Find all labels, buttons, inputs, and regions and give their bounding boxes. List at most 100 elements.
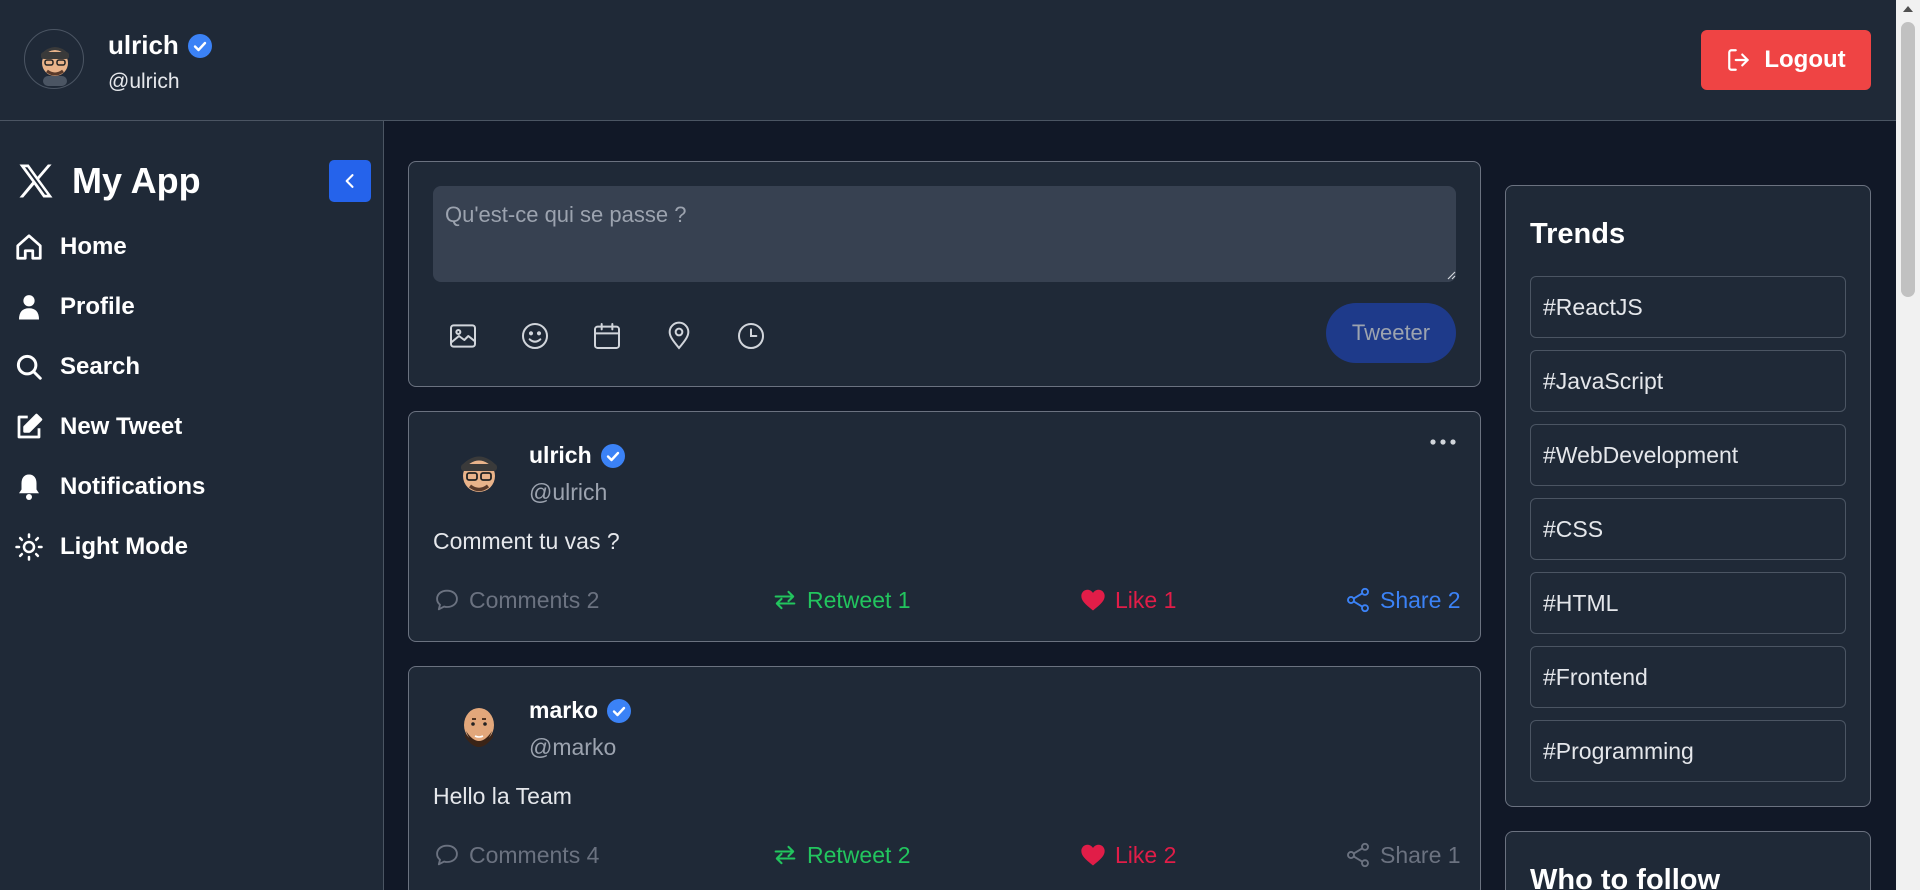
tweet-input[interactable] bbox=[433, 186, 1456, 282]
trend-item[interactable]: #Programming bbox=[1530, 720, 1846, 782]
trend-item[interactable]: #HTML bbox=[1530, 572, 1846, 634]
schedule-button[interactable] bbox=[589, 318, 625, 354]
who-to-follow-panel: Who to follow bbox=[1505, 831, 1871, 890]
sidebar-item-label: Search bbox=[60, 353, 141, 380]
author-name: ulrich bbox=[529, 442, 592, 468]
verified-badge-icon bbox=[187, 33, 212, 58]
sidebar-item-light-mode[interactable]: Light Mode bbox=[14, 527, 188, 567]
add-emoji-button[interactable] bbox=[517, 318, 553, 354]
user-handle: @ulrich bbox=[108, 70, 180, 93]
scroll-up-arrow-icon[interactable] bbox=[1903, 6, 1913, 12]
sidebar-item-label: New Tweet bbox=[60, 413, 183, 440]
like-label: Like 2 bbox=[1115, 841, 1177, 868]
comment-icon bbox=[436, 589, 458, 611]
who-to-follow-title: Who to follow bbox=[1530, 864, 1721, 890]
user-icon bbox=[19, 295, 39, 320]
sidebar-item-home[interactable]: Home bbox=[14, 227, 127, 267]
tweet-button[interactable]: Tweeter bbox=[1326, 303, 1456, 363]
retweet-label: Retweet 2 bbox=[807, 841, 911, 868]
logout-button[interactable]: Logout bbox=[1701, 30, 1871, 90]
retweet-icon bbox=[774, 590, 796, 610]
edit-icon bbox=[17, 413, 43, 439]
share-button[interactable]: Share 2 bbox=[1344, 586, 1461, 614]
retweet-icon bbox=[774, 845, 796, 865]
retweet-button[interactable]: Retweet 2 bbox=[771, 841, 911, 869]
trends-title: Trends bbox=[1530, 218, 1626, 250]
comments-button[interactable]: Comments 4 bbox=[433, 841, 599, 869]
sidebar-item-label: Light Mode bbox=[60, 533, 188, 560]
comments-label: Comments 2 bbox=[469, 586, 600, 613]
heart-icon bbox=[1081, 589, 1105, 611]
user-name: ulrich bbox=[108, 30, 179, 60]
share-icon bbox=[1347, 842, 1369, 868]
retweet-button[interactable]: Retweet 1 bbox=[771, 586, 911, 614]
share-label: Share 1 bbox=[1380, 841, 1461, 868]
sidebar-item-label: Profile bbox=[60, 293, 135, 320]
tweet-author-handle: @marko bbox=[529, 734, 617, 760]
sidebar-item-search[interactable]: Search bbox=[14, 347, 140, 387]
clock-icon bbox=[738, 323, 764, 349]
sidebar-item-notifications[interactable]: Notifications bbox=[14, 467, 205, 507]
chevron-left-icon bbox=[345, 174, 354, 188]
share-label: Share 2 bbox=[1380, 586, 1461, 613]
x-logo-icon bbox=[19, 164, 53, 198]
sidebar-item-label: Notifications bbox=[60, 473, 206, 500]
more-options-icon[interactable] bbox=[1427, 434, 1459, 450]
comment-icon bbox=[436, 844, 458, 866]
trend-item[interactable]: #ReactJS bbox=[1530, 276, 1846, 338]
collapse-sidebar-button[interactable] bbox=[329, 160, 371, 202]
logout-icon bbox=[1728, 49, 1750, 71]
bell-icon bbox=[19, 474, 39, 500]
trend-item[interactable]: #CSS bbox=[1530, 498, 1846, 560]
trend-item[interactable]: #WebDevelopment bbox=[1530, 424, 1846, 486]
sidebar-item-label: Home bbox=[60, 233, 127, 260]
sun-icon bbox=[15, 533, 43, 561]
resize-handle-icon[interactable] bbox=[1446, 270, 1456, 280]
add-image-button[interactable] bbox=[445, 318, 481, 354]
time-button[interactable] bbox=[733, 318, 769, 354]
avatar[interactable] bbox=[447, 440, 511, 504]
brand-name: My App bbox=[72, 160, 201, 201]
trend-item[interactable]: #JavaScript bbox=[1530, 350, 1846, 412]
avatar[interactable] bbox=[447, 695, 511, 759]
emoji-icon bbox=[522, 323, 548, 349]
header-user-name: ulrich bbox=[108, 30, 213, 61]
tweet-author-handle: @ulrich bbox=[529, 479, 608, 505]
location-icon bbox=[668, 321, 690, 350]
comments-label: Comments 4 bbox=[469, 841, 600, 868]
calendar-icon bbox=[594, 323, 620, 349]
top-header: ulrich @ulrich Logout bbox=[0, 0, 1896, 121]
trend-item[interactable]: #Frontend bbox=[1530, 646, 1846, 708]
brand[interactable]: My App bbox=[14, 159, 201, 203]
tweet-author-name[interactable]: marko bbox=[529, 697, 632, 724]
like-button[interactable]: Like 2 bbox=[1079, 841, 1176, 869]
trends-panel: Trends #ReactJS #JavaScript #WebDevelopm… bbox=[1505, 185, 1871, 807]
scrollbar-thumb[interactable] bbox=[1901, 22, 1915, 297]
author-name: marko bbox=[529, 697, 599, 723]
like-label: Like 1 bbox=[1115, 586, 1177, 613]
sidebar-item-new-tweet[interactable]: New Tweet bbox=[14, 407, 182, 447]
image-icon bbox=[450, 324, 476, 348]
heart-icon bbox=[1081, 844, 1105, 866]
tweet-text: Hello la Team bbox=[433, 783, 572, 809]
tweet-text: Comment tu vas ? bbox=[433, 528, 620, 554]
comments-button[interactable]: Comments 2 bbox=[433, 586, 599, 614]
home-icon bbox=[16, 234, 42, 260]
share-button[interactable]: Share 1 bbox=[1344, 841, 1461, 869]
avatar[interactable] bbox=[24, 29, 84, 89]
verified-badge-icon bbox=[607, 698, 632, 723]
tweet-card: ulrich @ulrich Comment tu vas ? Comments… bbox=[408, 411, 1481, 642]
tweet-author-name[interactable]: ulrich bbox=[529, 442, 626, 469]
share-icon bbox=[1347, 587, 1369, 613]
tweet-card: marko @marko Hello la Team Comments 4 Re… bbox=[408, 666, 1481, 890]
retweet-label: Retweet 1 bbox=[807, 586, 911, 613]
like-button[interactable]: Like 1 bbox=[1079, 586, 1176, 614]
search-icon bbox=[16, 354, 42, 380]
logout-label: Logout bbox=[1764, 46, 1846, 73]
tweet-composer: Tweeter bbox=[408, 161, 1481, 387]
page-scrollbar[interactable] bbox=[1896, 0, 1920, 890]
sidebar-item-profile[interactable]: Profile bbox=[14, 287, 135, 327]
verified-badge-icon bbox=[600, 443, 625, 468]
sidebar: My App Home Profile Search New Tweet Not… bbox=[0, 121, 384, 890]
add-location-button[interactable] bbox=[661, 318, 697, 354]
